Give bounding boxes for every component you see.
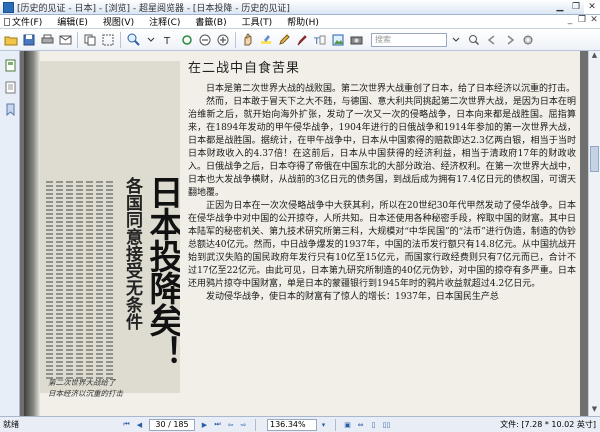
doc-restore-button[interactable]: ❐ xyxy=(576,15,588,29)
refresh-icon[interactable] xyxy=(179,32,195,48)
forward-icon[interactable]: ⇨ xyxy=(238,419,249,430)
close-button[interactable]: ✕ xyxy=(584,0,600,14)
document-size: 文件: [7.28 * 10.02 英寸] xyxy=(500,420,596,429)
newspaper-column xyxy=(76,181,83,381)
newspaper-headline: 日本投降矣！ xyxy=(143,175,180,367)
document-view[interactable]: 各国同意接受无条件 日本投降矣！ 第二次世界大战给了 日本经济以沉重的打击 在二… xyxy=(20,51,588,416)
menu-file-label: 文件(F) xyxy=(12,18,43,28)
maximize-button[interactable]: ❐ xyxy=(568,1,584,14)
scroll-thumb[interactable] xyxy=(590,146,599,172)
two-page-icon[interactable]: ▯▯ xyxy=(381,419,392,430)
paragraph: 发动侵华战争，使日本的财富有了惊人的增长：1937年，日本国民生产总 xyxy=(206,292,499,302)
scroll-up-icon[interactable]: ▲ xyxy=(589,51,600,62)
status-bar: 就绪 ⏮ ◀ 30 / 185 ▶ ⏭ ⇦ ⇨ 136.34% ▾ ▣ ⇔ ▯ … xyxy=(0,416,600,432)
highlight-icon[interactable] xyxy=(258,32,274,48)
single-page-icon[interactable]: ▯ xyxy=(368,419,379,430)
copy-icon[interactable] xyxy=(82,32,98,48)
newspaper-column xyxy=(66,181,73,381)
window-title: [历史的见证 - 日本] - [浏览] - 超星阅览器 - [日本投降 - 历史… xyxy=(17,3,290,14)
search-icon[interactable] xyxy=(466,32,482,48)
app-icon xyxy=(3,1,14,13)
svg-text:T: T xyxy=(314,37,320,46)
camera-icon[interactable] xyxy=(348,32,364,48)
book-page: 各国同意接受无条件 日本投降矣！ 第二次世界大战给了 日本经济以沉重的打击 在二… xyxy=(24,51,580,416)
section-heading: 在二战中自食苦果 xyxy=(188,61,301,76)
caption-line: 第二次世界大战给了 xyxy=(48,378,116,387)
menu-bookmark[interactable]: 書籤(B) xyxy=(191,15,231,28)
paragraph: 日本是第二次世界大战的战败国。第二次世界大战重创了日本，给了日本经济以沉重的打击… xyxy=(206,84,576,94)
page-gutter xyxy=(24,51,40,416)
fit-page-icon[interactable]: ▣ xyxy=(342,419,353,430)
zoom-in-icon[interactable] xyxy=(215,32,231,48)
page-text: 在二战中自食苦果 日本是第二次世界大战的战败国。第二次世界大战重创了日本，给了日… xyxy=(188,57,576,416)
thumbnails-icon[interactable] xyxy=(2,57,18,73)
next-page-icon[interactable]: ▶ xyxy=(199,419,210,430)
newspaper-column xyxy=(56,181,63,381)
newspaper-column xyxy=(86,181,93,381)
scroll-down-icon[interactable]: ▼ xyxy=(589,405,600,416)
first-page-icon[interactable]: ⏮ xyxy=(121,419,132,430)
status-separator xyxy=(335,418,336,431)
zoom-level-input[interactable]: 136.34% xyxy=(267,418,317,431)
newspaper-column xyxy=(106,181,113,381)
document-icon xyxy=(4,18,10,26)
pencil-icon[interactable] xyxy=(276,32,292,48)
caption-line: 日本经济以沉重的打击 xyxy=(48,389,123,398)
zoom-out-icon[interactable] xyxy=(197,32,213,48)
side-panel-tabs xyxy=(0,51,20,416)
chevron-down-icon[interactable]: ▾ xyxy=(318,419,329,430)
doc-minimize-button[interactable]: _ xyxy=(564,15,576,29)
toolbar-separator xyxy=(77,31,78,48)
settings-icon[interactable] xyxy=(520,32,536,48)
chevron-down-icon[interactable] xyxy=(143,32,159,48)
text-select-icon[interactable]: T xyxy=(312,32,328,48)
newspaper-column xyxy=(96,181,103,381)
print-icon[interactable] xyxy=(39,32,55,48)
hand-icon[interactable] xyxy=(240,32,256,48)
chevron-down-icon[interactable] xyxy=(448,32,464,48)
paragraph: 正因为日本在一次次侵略战争中大获其利，所以在20世纪30年代甲然发动了侵华战争。… xyxy=(188,201,576,289)
svg-text:T: T xyxy=(163,36,171,46)
status-text: 就绪 xyxy=(3,420,19,429)
email-icon[interactable] xyxy=(57,32,73,48)
zoom-icon[interactable] xyxy=(125,32,141,48)
menu-edit[interactable]: 编辑(E) xyxy=(53,15,93,28)
vertical-scrollbar[interactable]: ▲ ▼ xyxy=(588,51,600,416)
minimize-button[interactable]: ▁ xyxy=(552,1,568,14)
text-icon[interactable]: T xyxy=(161,32,177,48)
save-icon[interactable] xyxy=(21,32,37,48)
back-icon[interactable]: ⇦ xyxy=(225,419,236,430)
search-input[interactable]: 搜索 xyxy=(371,32,447,47)
image-icon[interactable] xyxy=(330,32,346,48)
pages-icon[interactable] xyxy=(2,79,18,95)
menu-help[interactable]: 帮助(H) xyxy=(283,15,324,28)
menu-annotate[interactable]: 注释(C) xyxy=(145,15,185,28)
select-icon[interactable] xyxy=(100,32,116,48)
image-caption: 第二次世界大战给了 日本经济以沉重的打击 xyxy=(48,377,168,399)
newspaper-column xyxy=(46,181,53,381)
menu-bar: 文件(F) 编辑(E) 视图(V) 注释(C) 書籤(B) 工具(T) 帮助(H… xyxy=(0,15,600,29)
prev-page-icon[interactable]: ◀ xyxy=(134,419,145,430)
brush-icon[interactable] xyxy=(294,32,310,48)
toolbar: T T 搜索 xyxy=(0,29,600,51)
doc-close-button[interactable]: ✕ xyxy=(588,15,600,29)
page-navigation: ⏮ ◀ 30 / 185 ▶ ⏭ ⇦ ⇨ xyxy=(120,418,250,431)
menu-tools[interactable]: 工具(T) xyxy=(238,15,278,28)
fit-width-icon[interactable]: ⇔ xyxy=(355,419,366,430)
open-folder-icon[interactable] xyxy=(3,32,19,48)
title-bar: [历史的见证 - 日本] - [浏览] - 超星阅览器 - [日本投降 - 历史… xyxy=(0,0,600,15)
newspaper-subheadline: 各国同意接受无条件 xyxy=(122,177,142,330)
bookmark-icon[interactable] xyxy=(2,101,18,117)
paragraph: 然而，日本敢于冒天下之大不韪，与德国、意大利共同挑起第二次世界大战，是因为日本在… xyxy=(188,97,576,198)
last-page-icon[interactable]: ⏭ xyxy=(212,419,223,430)
forward-icon[interactable] xyxy=(502,32,518,48)
status-separator xyxy=(255,418,256,431)
toolbar-separator xyxy=(235,31,236,48)
menu-view[interactable]: 视图(V) xyxy=(99,15,139,28)
menu-file[interactable]: 文件(F) xyxy=(0,15,47,28)
page-number-input[interactable]: 30 / 185 xyxy=(149,418,195,431)
newspaper-image: 各国同意接受无条件 日本投降矣！ xyxy=(40,61,180,393)
toolbar-separator xyxy=(120,31,121,48)
back-icon[interactable] xyxy=(484,32,500,48)
